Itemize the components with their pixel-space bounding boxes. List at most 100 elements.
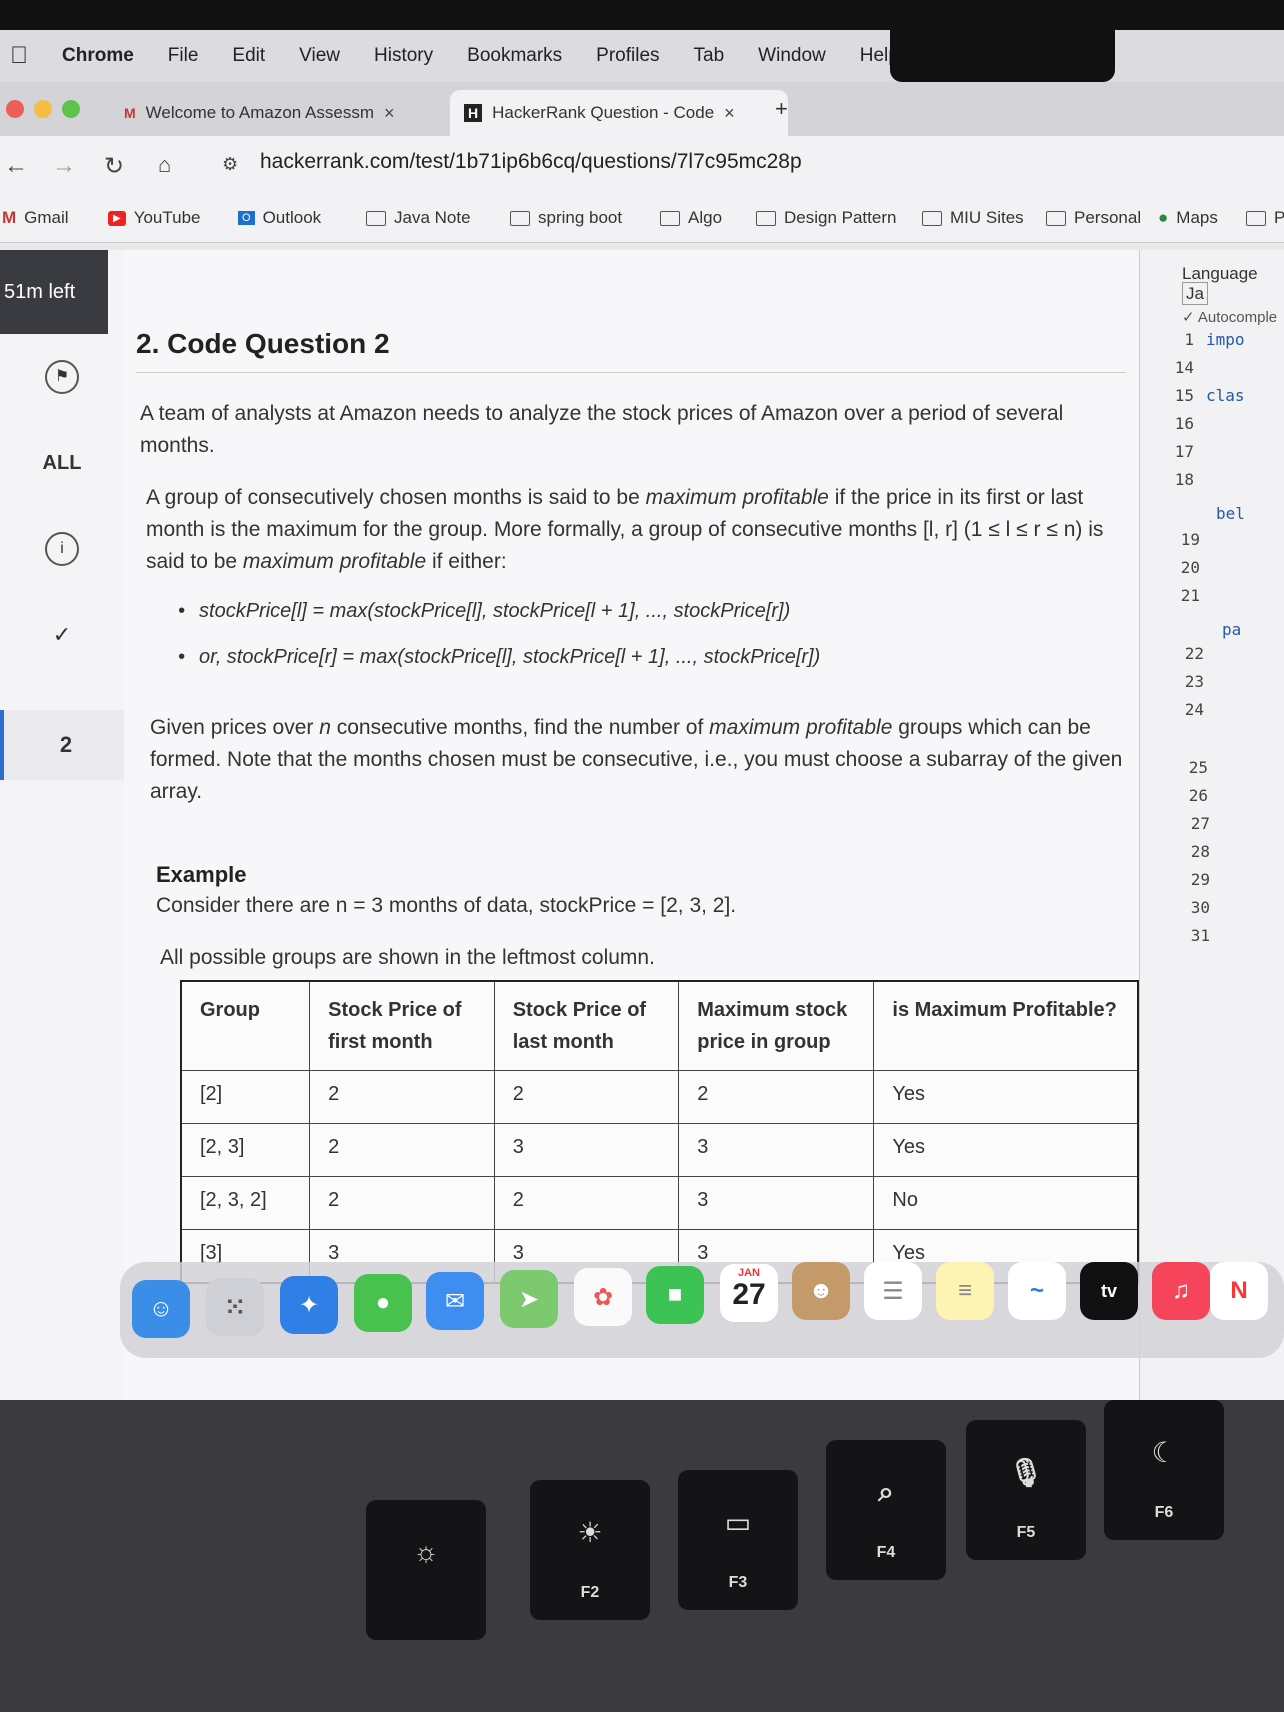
f6-key[interactable]: ☾ F6 [1104,1400,1224,1540]
table-cell: 3 [678,1176,875,1230]
bookmark-label: P [1274,208,1284,227]
table-row: [2, 3] 2 3 3 Yes [180,1123,1139,1177]
language-value[interactable]: Ja [1182,282,1208,305]
close-tab-icon[interactable]: × [724,103,735,124]
map-pin-icon: ● [1158,208,1169,227]
key-label: F3 [728,1574,748,1591]
menu-app-name[interactable]: Chrome [62,45,134,67]
site-info-icon[interactable]: ⚙ [222,154,238,175]
check-icon: ✓ [52,622,72,647]
menu-file[interactable]: File [168,45,199,67]
facetime-icon[interactable]: ■ [646,1266,704,1324]
home-icon[interactable]: ⌂ [158,152,171,178]
mail-icon[interactable]: ✉ [426,1272,484,1330]
menu-bookmarks[interactable]: Bookmarks [467,45,562,67]
flag-button[interactable]: ⚑ [0,360,124,394]
intro-paragraph: A team of analysts at Amazon needs to an… [140,402,1064,457]
f2-key[interactable]: ☀ F2 [530,1480,650,1620]
autocomplete-toggle[interactable]: ✓ Autocomple [1182,308,1277,326]
bookmark-maps[interactable]: ● Maps [1158,208,1218,228]
address-bar[interactable]: hackerrank.com/test/1b71ip6b6cq/question… [260,150,802,174]
completed-question[interactable]: ✓ [0,622,124,648]
code-line[interactable]: impo [1206,330,1245,349]
apple-tv-icon[interactable]: tv [1080,1262,1138,1320]
menu-edit[interactable]: Edit [232,45,265,67]
bookmark-label: Personal [1074,208,1142,227]
question-panel: 2. Code Question 2 A team of analysts at… [124,250,1139,1400]
finder-icon[interactable]: ☺ [132,1280,190,1338]
line-number: 25 [1188,758,1208,777]
contacts-icon[interactable]: ☻ [792,1262,850,1320]
line-number: 17 [1174,442,1194,461]
info-button[interactable]: i [0,532,124,566]
news-icon[interactable]: N [1210,1262,1268,1320]
bookmark-p[interactable]: P [1246,208,1284,228]
code-line[interactable]: bel [1216,504,1245,523]
launchpad-icon[interactable]: ⁙ [206,1278,264,1336]
brightness-down-key[interactable]: ☼ [366,1500,486,1640]
bookmark-java-note[interactable]: Java Note [366,208,471,228]
line-number: 1 [1184,330,1194,349]
menu-history[interactable]: History [374,45,433,67]
bookmark-personal[interactable]: Personal [1046,208,1141,228]
forward-icon[interactable]: → [52,152,76,180]
maps-icon[interactable]: ➤ [500,1270,558,1328]
bookmark-outlook[interactable]: O Outlook [238,208,321,228]
search-icon: ⌕ [878,1476,894,1507]
music-icon[interactable]: ♫ [1152,1262,1210,1320]
folder-icon [510,210,530,226]
reload-icon[interactable]: ↻ [104,152,124,181]
folder-icon [366,210,386,226]
bookmark-label: Algo [688,208,723,227]
menu-tab[interactable]: Tab [694,45,725,67]
f4-key[interactable]: ⌕ F4 [826,1440,946,1580]
current-question-item[interactable]: 2 [0,710,128,780]
close-tab-icon[interactable]: × [384,103,395,124]
table-header: Stock Price of first month [309,980,495,1071]
menu-view[interactable]: View [299,45,340,67]
filter-all[interactable]: ALL [0,452,124,475]
condition-bullet-2: or, stockPrice[r] = max(stockPrice[l], s… [178,646,820,669]
bookmark-youtube[interactable]: ▶ YouTube [108,208,201,228]
close-window-button[interactable] [6,100,24,118]
photos-icon[interactable]: ✿ [574,1268,632,1326]
notes-icon[interactable]: ≡ [936,1262,994,1320]
line-number: 31 [1190,926,1210,945]
bookmark-label: Java Note [394,208,471,227]
tab-amazon[interactable]: M Welcome to Amazon Assessm × [110,90,458,136]
task-paragraph: Given prices over n consecutive months, … [150,712,1130,808]
bookmark-spring-boot[interactable]: spring boot [510,208,622,228]
key-label: F5 [1016,1524,1036,1541]
tab-hackerrank[interactable]: H HackerRank Question - Code × [450,90,788,136]
new-tab-icon[interactable]: + [775,96,788,122]
safari-icon[interactable]: ✦ [280,1276,338,1334]
key-label: F4 [876,1544,896,1561]
table-cell: 2 [309,1176,495,1230]
bookmark-gmail[interactable]: M Gmail [2,208,69,228]
apple-icon[interactable]:  [10,42,28,70]
line-number: 26 [1188,786,1208,805]
code-line[interactable]: pa [1222,620,1241,639]
reminders-icon[interactable]: ☰ [864,1262,922,1320]
microphone-icon: 🎙 [1008,1457,1044,1488]
back-icon[interactable]: ← [4,152,28,180]
emphasis: n [319,716,331,739]
tab-bar: M Welcome to Amazon Assessm × H HackerRa… [0,82,1284,136]
zoom-window-button[interactable] [62,100,80,118]
minimize-window-button[interactable] [34,100,52,118]
bookmark-algo[interactable]: Algo [660,208,722,228]
menu-window[interactable]: Window [758,45,826,67]
screen:  Chrome File Edit View History Bookmark… [0,0,1284,1400]
calendar-icon[interactable]: JAN 27 [720,1264,778,1322]
bookmark-design-pattern[interactable]: Design Pattern [756,208,896,228]
menu-profiles[interactable]: Profiles [596,45,659,67]
gmail-favicon-icon: M [124,105,136,121]
messages-icon[interactable]: ● [354,1274,412,1332]
language-selector[interactable]: Language Ja [1182,264,1284,305]
bookmark-miu-sites[interactable]: MIU Sites [922,208,1024,228]
f3-key[interactable]: ▭ F3 [678,1470,798,1610]
freeform-icon[interactable]: ~ [1008,1262,1066,1320]
table-row: [2] 2 2 2 Yes [180,1070,1139,1124]
f5-key[interactable]: 🎙 F5 [966,1420,1086,1560]
code-line[interactable]: clas [1206,386,1245,405]
